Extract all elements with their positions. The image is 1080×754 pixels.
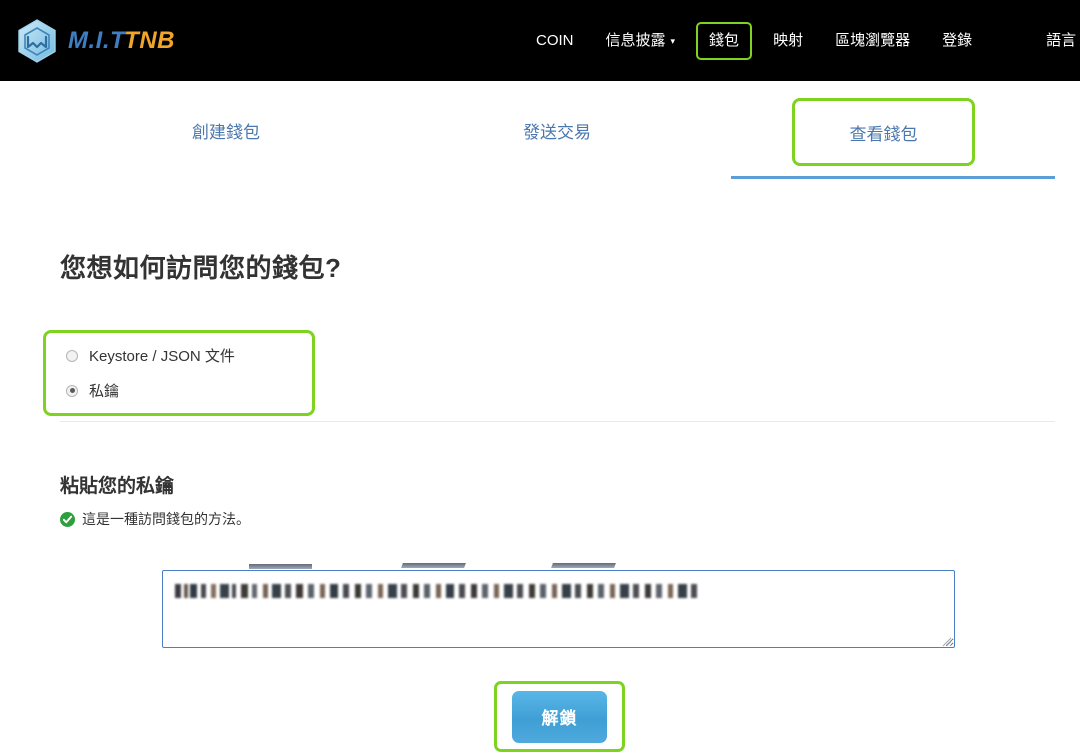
radio-option-keystore[interactable]: Keystore / JSON 文件 bbox=[66, 345, 312, 366]
nav-item-wallet[interactable]: 錢包 bbox=[696, 22, 752, 60]
tab-create-wallet[interactable]: 創建錢包 bbox=[192, 118, 260, 143]
nav-item-login[interactable]: 登錄 bbox=[933, 26, 981, 56]
nav-item-mapping-label: 映射 bbox=[773, 32, 803, 50]
hint-row: 這是一種訪問錢包的方法。 bbox=[60, 509, 250, 529]
hint-text: 這是一種訪問錢包的方法。 bbox=[82, 509, 250, 529]
active-tab-underline bbox=[731, 176, 1055, 179]
top-navigation-bar: M.I.TTNB COIN 信息披露 ▾ 錢包 映射 區塊瀏覽器 登錄 語言 ▾ bbox=[0, 0, 1080, 81]
private-key-input-wrap bbox=[162, 570, 955, 648]
radio-option-keystore-label: Keystore / JSON 文件 bbox=[89, 345, 235, 366]
nav-links: COIN 信息披露 ▾ 錢包 映射 區塊瀏覽器 登錄 語言 ▾ bbox=[520, 0, 1080, 81]
section-divider bbox=[60, 421, 1055, 422]
radio-button-private-key[interactable] bbox=[66, 385, 78, 397]
nav-item-language[interactable]: 語言 ▾ bbox=[1037, 26, 1080, 56]
private-key-input[interactable] bbox=[162, 570, 955, 648]
nav-item-coin-label: COIN bbox=[536, 32, 574, 50]
page-title: 您想如何訪問您的錢包? bbox=[60, 248, 341, 285]
brand-wordmark: M.I.TTNB bbox=[68, 29, 175, 53]
section-title-paste-key: 粘貼您的私鑰 bbox=[60, 471, 174, 498]
brand-text-secondary: TNB bbox=[124, 27, 175, 54]
cursor-artifact bbox=[401, 563, 466, 568]
hex-cube-m-logo-icon bbox=[13, 17, 61, 65]
cursor-artifact bbox=[249, 564, 312, 569]
nav-item-language-label: 語言 bbox=[1046, 32, 1076, 50]
unlock-button-highlight: 解鎖 bbox=[494, 681, 625, 752]
tab-send-transaction[interactable]: 發送交易 bbox=[523, 118, 591, 143]
cursor-artifact bbox=[551, 563, 616, 568]
tab-send-transaction-label: 發送交易 bbox=[523, 123, 591, 142]
access-method-radio-group: Keystore / JSON 文件 私鑰 bbox=[43, 330, 315, 416]
nav-item-login-label: 登錄 bbox=[942, 32, 972, 50]
tab-create-wallet-label: 創建錢包 bbox=[192, 123, 260, 142]
check-circle-icon bbox=[60, 512, 75, 527]
nav-item-wallet-label: 錢包 bbox=[709, 32, 739, 50]
brand-logo[interactable]: M.I.TTNB bbox=[13, 14, 175, 68]
nav-item-disclosure-label: 信息披露 bbox=[606, 32, 666, 50]
radio-option-private-key-label: 私鑰 bbox=[89, 380, 119, 401]
tab-view-wallet[interactable]: 查看錢包 bbox=[792, 98, 975, 166]
nav-item-mapping[interactable]: 映射 bbox=[764, 26, 812, 56]
nav-item-disclosure[interactable]: 信息披露 ▾ bbox=[597, 26, 685, 56]
wallet-tab-bar: 創建錢包 發送交易 查看錢包 bbox=[0, 98, 1080, 182]
unlock-button[interactable]: 解鎖 bbox=[512, 691, 607, 743]
chevron-down-icon: ▾ bbox=[671, 36, 676, 47]
nav-item-block-explorer[interactable]: 區塊瀏覽器 bbox=[826, 26, 919, 56]
nav-item-coin[interactable]: COIN bbox=[527, 26, 583, 56]
brand-text-primary: M.I.T bbox=[68, 27, 125, 54]
nav-item-block-explorer-label: 區塊瀏覽器 bbox=[835, 32, 910, 50]
radio-button-keystore[interactable] bbox=[66, 350, 78, 362]
tab-view-wallet-label: 查看錢包 bbox=[850, 120, 918, 145]
radio-option-private-key[interactable]: 私鑰 bbox=[66, 380, 312, 401]
